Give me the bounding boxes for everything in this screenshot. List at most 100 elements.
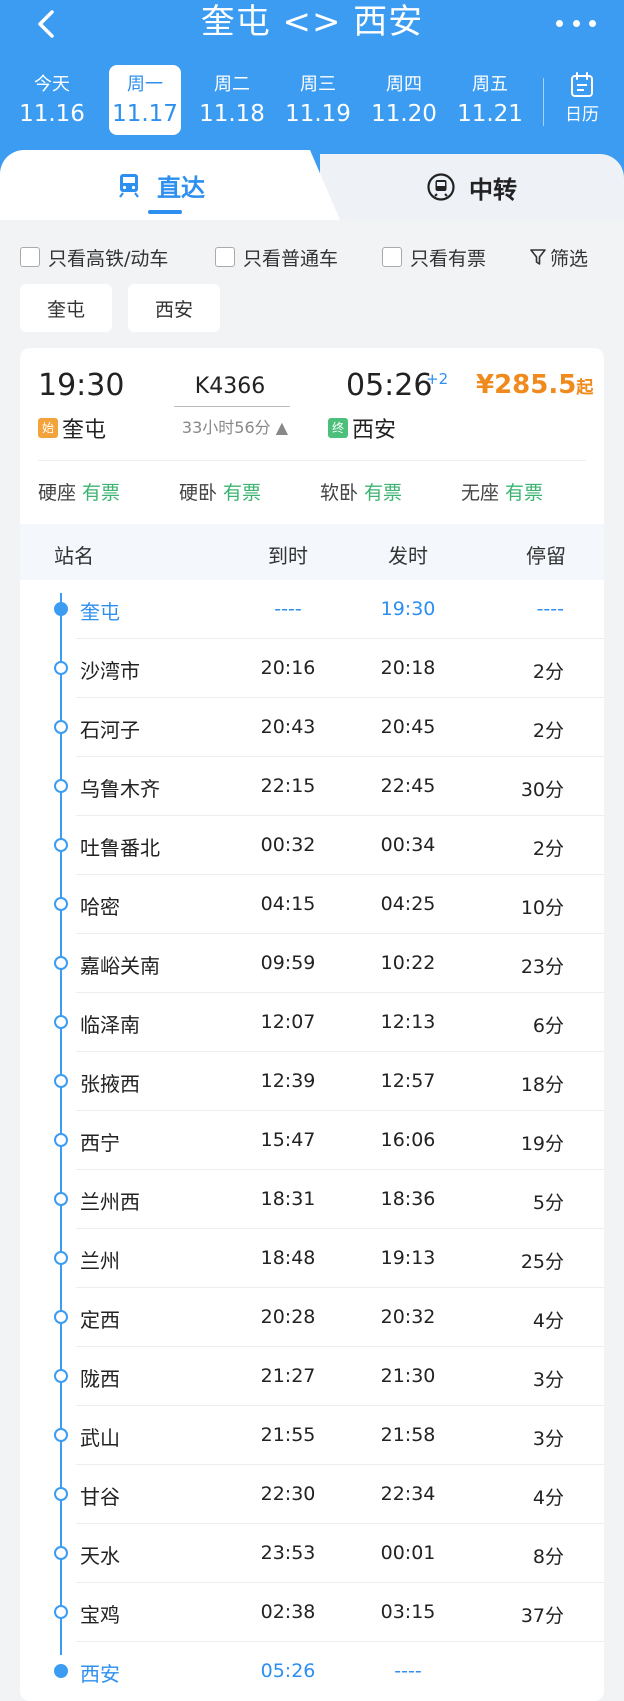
divider (543, 78, 544, 126)
date-tab[interactable]: 周四 11.20 (368, 65, 440, 135)
more-dots-icon (556, 19, 563, 27)
table-row: 嘉峪关南 09:59 10:22 23分 (20, 934, 604, 993)
filter-screen-button[interactable]: 筛选 (530, 240, 588, 274)
stop-node (54, 720, 68, 734)
header-station: 站名 (54, 544, 94, 568)
price: ¥285.5起 (476, 370, 593, 400)
depart-time: 22:45 (380, 775, 436, 797)
more-dot (572, 19, 580, 27)
duration[interactable]: 33小时56分 ▲ (160, 414, 310, 438)
arrive-time: 00:32 (260, 834, 316, 856)
chip-to-station[interactable]: 西安 (128, 284, 220, 332)
stop-node (54, 1192, 68, 1206)
date-tab-date: 11.20 (371, 101, 437, 127)
depart-time: 20:45 (380, 716, 436, 738)
table-row: 哈密 04:15 04:25 10分 (20, 875, 604, 934)
station-name: 武山 (80, 1426, 120, 1450)
stop-node (54, 1310, 68, 1324)
origin-station: 始 奎屯 (38, 412, 106, 444)
date-tab[interactable]: 周五 11.21 (454, 65, 526, 135)
tab-indicator (148, 210, 182, 214)
stay-duration: 19分 (520, 1133, 564, 1155)
stop-node (54, 1015, 68, 1029)
date-strip: 今天 11.16 周一 11.17 周二 11.18 周三 11.19 周四 1… (16, 65, 536, 135)
station-name: 吐鲁番北 (80, 836, 160, 860)
station-name: 兰州 (80, 1249, 120, 1273)
stay-duration: 5分 (532, 1192, 564, 1214)
more-button[interactable] (556, 6, 596, 40)
date-tab-selected[interactable]: 周一 11.17 (109, 65, 181, 135)
date-tab-weekday: 周一 (127, 74, 163, 95)
stop-node (54, 1487, 68, 1501)
date-tab-weekday: 周四 (386, 74, 422, 95)
train-icon (119, 174, 139, 198)
tab-direct[interactable]: 直达 (0, 150, 340, 220)
tab-transfer-label: 中转 (469, 175, 517, 204)
arrival-time: 05:26 (346, 368, 433, 403)
stop-node (54, 838, 68, 852)
date-tab-date: 11.17 (112, 101, 178, 127)
station-name: 宝鸡 (80, 1603, 120, 1627)
seat-hard-seat: 硬座 有票 (38, 478, 120, 505)
destination-station-name: 西安 (352, 418, 397, 443)
seat-type: 硬卧 (179, 482, 218, 504)
checkbox[interactable] (382, 247, 402, 267)
more-dot (589, 19, 596, 27)
table-row: 石河子 20:43 20:45 2分 (20, 698, 604, 757)
tab-transfer[interactable]: 中转 (320, 154, 624, 220)
depart-time: 18:36 (380, 1188, 436, 1210)
calendar-label: 日历 (565, 105, 599, 125)
seat-type: 无座 (461, 482, 500, 504)
depart-time: 12:13 (380, 1011, 436, 1033)
table-row: 武山 21:55 21:58 3分 (20, 1406, 604, 1465)
filter-available[interactable]: 只看有票 (382, 240, 486, 274)
stay-duration: ---- (536, 598, 564, 620)
start-badge: 始 (38, 418, 58, 438)
date-tab[interactable]: 周二 11.18 (196, 65, 268, 135)
checkbox[interactable] (215, 247, 235, 267)
station-name: 定西 (80, 1308, 120, 1332)
station-name: 哈密 (80, 895, 120, 919)
stop-node (54, 1605, 68, 1619)
chip-from-station[interactable]: 奎屯 (20, 284, 112, 332)
arrive-time: 21:27 (260, 1365, 316, 1387)
depart-time: 22:34 (380, 1483, 436, 1505)
seat-status: 有票 (223, 482, 262, 504)
calendar-button[interactable]: 日历 (554, 72, 610, 132)
filter-high-speed[interactable]: 只看高铁/动车 (20, 240, 168, 274)
stay-duration: 4分 (532, 1310, 564, 1332)
tab-direct-label: 直达 (157, 173, 205, 202)
filter-normal-train[interactable]: 只看普通车 (215, 240, 338, 274)
arrive-time: 12:39 (260, 1070, 316, 1092)
stop-node (54, 897, 68, 911)
station-name: 甘谷 (80, 1485, 120, 1509)
page-title: 奎屯 <> 西安 (200, 2, 424, 42)
checkbox[interactable] (20, 247, 40, 267)
date-tab[interactable]: 周三 11.19 (282, 65, 354, 135)
day-offset: +2 (426, 370, 449, 388)
stay-duration: 30分 (520, 779, 564, 801)
depart-time: 20:32 (380, 1306, 436, 1328)
header-arrive: 到时 (268, 544, 308, 568)
seat-status: 有票 (505, 482, 544, 504)
stop-node (54, 602, 68, 616)
stop-node (54, 1546, 68, 1560)
arrive-time: 23:53 (260, 1542, 316, 1564)
divider (38, 460, 586, 461)
duration-text: 33小时56分 (181, 418, 271, 437)
destination-station: 终 西安 (328, 412, 396, 444)
seat-soft-sleeper: 软卧 有票 (320, 478, 402, 505)
stay-duration: 4分 (532, 1487, 564, 1509)
station-name: 石河子 (80, 718, 140, 742)
stay-duration: 3分 (532, 1428, 564, 1450)
date-tab-today[interactable]: 今天 11.16 (16, 65, 88, 135)
train-card[interactable]: 19:30 K4366 33小时56分 ▲ 05:26 +2 ¥285.5起 始… (20, 348, 604, 1701)
arrive-time: 20:28 (260, 1306, 316, 1328)
table-row: 西宁 15:47 16:06 19分 (20, 1111, 604, 1170)
arrive-time: 09:59 (260, 952, 316, 974)
table-row: 沙湾市 20:16 20:18 2分 (20, 639, 604, 698)
station-name: 西安 (80, 1662, 120, 1686)
stay-duration: 3分 (532, 1369, 564, 1391)
arrive-time: 20:16 (260, 657, 316, 679)
table-row: 吐鲁番北 00:32 00:34 2分 (20, 816, 604, 875)
